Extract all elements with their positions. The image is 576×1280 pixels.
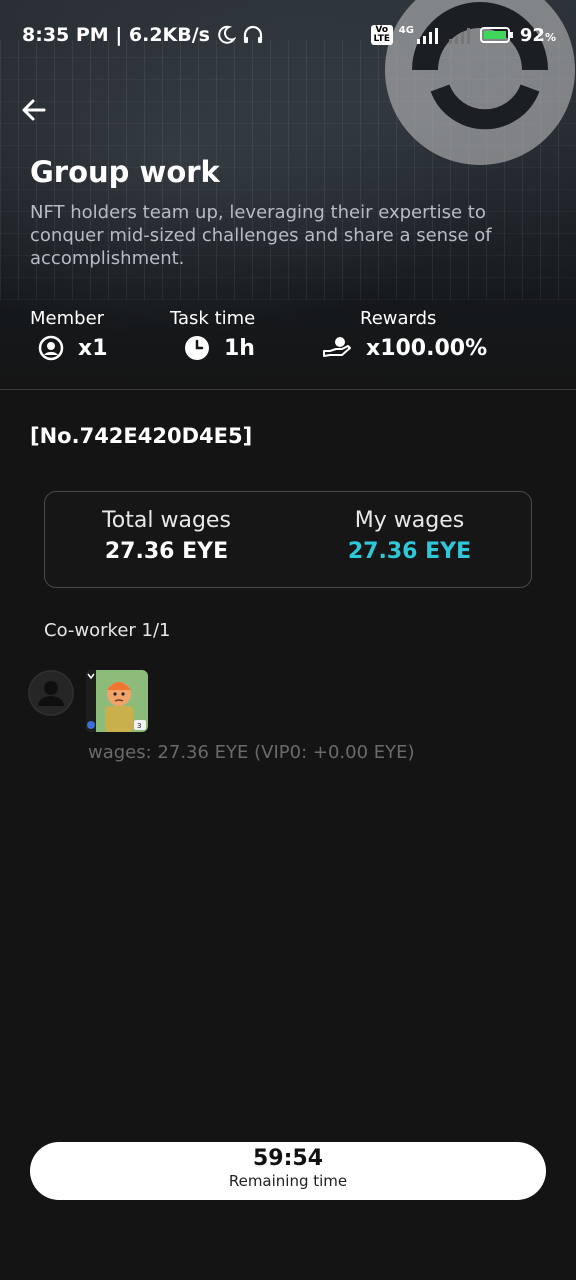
timer-label: Remaining time (228, 1172, 348, 1190)
coworker-wages: wages: 27.36 EYE (VIP0: +0.00 EYE) (88, 742, 415, 763)
person-circle-icon (38, 335, 64, 361)
signal-weak-icon (448, 28, 470, 44)
my-wages-label: My wages (354, 508, 465, 533)
task-time-label: Task time (170, 308, 256, 329)
timer-value: 59:54 (252, 1146, 324, 1171)
stat-member: Member x1 (30, 308, 108, 361)
remaining-time-bar[interactable]: 59:54 Remaining time (30, 1142, 546, 1200)
battery-icon (479, 27, 513, 43)
hand-reward-icon (323, 337, 351, 357)
stat-task-time: Task time 1h (170, 308, 255, 361)
avatar-placeholder-icon[interactable] (28, 670, 74, 716)
signal-icon (416, 28, 438, 44)
clock-icon (185, 336, 209, 360)
my-wages-value: 27.36 EYE (347, 539, 472, 564)
rewards-label: Rewards (360, 308, 437, 329)
my-wages: My wages 27.36 EYE (288, 508, 531, 564)
battery-unit: % (544, 31, 556, 44)
hero-divider (0, 389, 576, 390)
page-title: Group work (30, 155, 220, 189)
status-time-speed: 8:35 PM | 6.2KB/s (22, 24, 210, 46)
back-arrow-icon[interactable] (18, 92, 54, 128)
status-bar: 8:35 PM | 6.2KB/s Vo LTE 4G 92% (0, 0, 576, 70)
volte-badge: Vo LTE (370, 25, 393, 45)
rewards-value: x100.00% (366, 335, 488, 361)
moon-icon (218, 25, 236, 44)
total-wages-label: Total wages (102, 508, 231, 533)
wages-card: Total wages 27.36 EYE My wages 27.36 EYE (44, 491, 532, 588)
battery-percent: 92 (519, 25, 545, 46)
coworker-heading: Co-worker 1/1 (44, 620, 171, 641)
headphones-icon (243, 25, 263, 43)
member-value: x1 (78, 335, 108, 361)
task-time-value: 1h (224, 335, 255, 361)
network-type: 4G (398, 24, 414, 36)
nft-avatar-card[interactable]: 3 (86, 670, 148, 732)
stat-rewards: Rewards x100.00% (322, 308, 487, 361)
task-id: [No.742E420D4E5] (30, 424, 253, 448)
page-description: NFT holders team up, leveraging their ex… (30, 202, 492, 269)
member-label: Member (30, 308, 105, 329)
total-wages: Total wages 27.36 EYE (45, 508, 288, 564)
total-wages-value: 27.36 EYE (104, 539, 229, 564)
nft-level-badge: 3 (137, 722, 141, 730)
